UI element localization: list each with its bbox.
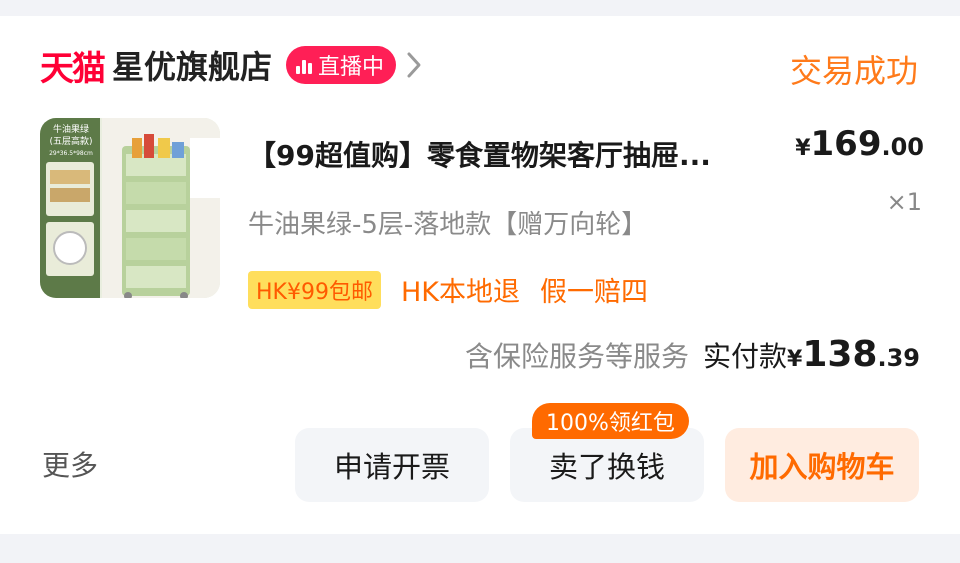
image-caption: 牛油果绿 (五层高款) 29*36.5*98cm — [44, 124, 98, 160]
insurance-services[interactable]: 含保险服务等服务 — [465, 335, 689, 375]
order-status: 交易成功 — [789, 52, 918, 90]
image-color-name: 牛油果绿 — [52, 125, 89, 135]
image-size: 29*36.5*98cm — [49, 150, 93, 157]
order-card: 天猫 星优旗舰店 直播中 交易成功 牛油果绿 (五层高款) 29*36.5*98… — [0, 16, 960, 534]
live-label: 直播中 — [318, 55, 385, 80]
product-title[interactable]: 【99超值购】零食置物架客厅抽屉... — [248, 134, 788, 174]
payment-row: 含保险服务等服务 实付款 ¥138.39 — [465, 334, 920, 375]
product-quantity: ×1 — [886, 188, 922, 216]
live-bars-icon — [296, 56, 313, 74]
live-badge[interactable]: 直播中 — [286, 46, 397, 84]
shop-name[interactable]: 星优旗舰店 — [112, 42, 272, 88]
tag-local-return: HK本地退 — [400, 277, 520, 308]
image-layers: (五层高款) — [49, 137, 93, 147]
product-tags: HK¥99包邮 HK本地退 假一赔四 — [248, 270, 648, 309]
price-integer: 169 — [810, 124, 882, 164]
paid-integer: 138 — [802, 334, 878, 375]
price-symbol: ¥ — [795, 136, 811, 161]
tmall-logo: 天猫 — [40, 48, 106, 89]
product-image[interactable]: 牛油果绿 (五层高款) 29*36.5*98cm — [40, 118, 220, 298]
shop-header[interactable]: 天猫 星优旗舰店 直播中 — [40, 40, 422, 90]
red-packet-promo-badge: 100%领红包 — [532, 403, 689, 439]
paid-decimal: .39 — [877, 344, 920, 372]
tag-fake-compensation: 假一赔四 — [539, 277, 648, 308]
price-decimal: .00 — [881, 133, 924, 161]
tag-free-shipping: HK¥99包邮 — [248, 270, 381, 309]
more-button[interactable]: 更多 — [42, 444, 98, 484]
paid-label: 实付款 — [703, 340, 788, 373]
product-sku: 牛油果绿-5层-落地款【赠万向轮】 — [248, 210, 648, 240]
sell-for-cash-button[interactable]: 卖了换钱 — [510, 428, 704, 502]
add-to-cart-button[interactable]: 加入购物车 — [725, 428, 919, 502]
paid-symbol: ¥ — [787, 347, 803, 372]
request-invoice-button[interactable]: 申请开票 — [295, 428, 489, 502]
chevron-right-icon[interactable] — [406, 51, 422, 79]
product-price: ¥169.00 — [795, 124, 924, 164]
